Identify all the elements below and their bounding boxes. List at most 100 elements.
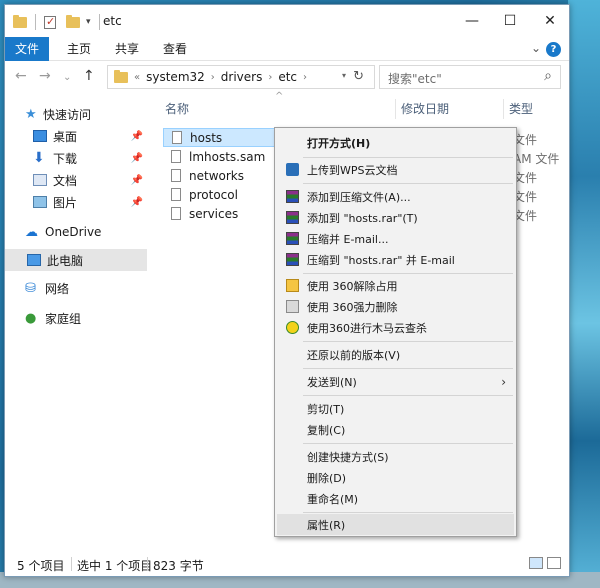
chevron-right-icon[interactable]: › — [303, 72, 307, 83]
file-name: services — [189, 206, 239, 221]
chevron-right-icon[interactable]: › — [211, 72, 215, 83]
breadcrumb-system32[interactable]: system32 — [146, 70, 205, 84]
refresh-icon[interactable]: ↻ — [353, 69, 364, 84]
pin-icon[interactable]: 📌 — [131, 131, 143, 142]
menu-separator — [303, 443, 513, 444]
homegroup-icon: ● — [25, 310, 37, 326]
menu-item-properties[interactable]: 属性(R) — [277, 514, 514, 535]
chevron-down-icon[interactable]: ▾ — [86, 17, 91, 27]
menu-item-add-to-hosts-rar[interactable]: 添加到 "hosts.rar"(T) — [277, 207, 514, 228]
pin-icon[interactable]: 📌 — [131, 197, 143, 208]
menu-item-create-shortcut[interactable]: 创建快捷方式(S) — [277, 446, 514, 467]
file-type: AM 文件 — [513, 152, 560, 166]
file-icon — [171, 169, 181, 182]
menu-item-delete[interactable]: 删除(D) — [277, 467, 514, 488]
menu-item-label: 复制(C) — [307, 423, 346, 437]
sidebar-item-desktop[interactable]: 桌面 📌 — [33, 125, 147, 147]
menu-item-send-to[interactable]: 发送到(N) › — [277, 371, 514, 392]
chevron-down-icon[interactable]: ▾ — [342, 71, 346, 80]
column-header-type[interactable]: 类型 — [509, 97, 533, 121]
menu-item-copy[interactable]: 复制(C) — [277, 419, 514, 440]
menu-item-360-shred[interactable]: 使用 360强力删除 — [277, 296, 514, 317]
menu-item-restore-versions[interactable]: 还原以前的版本(V) — [277, 344, 514, 365]
close-button[interactable]: ✕ — [535, 11, 565, 31]
new-folder-icon[interactable] — [66, 14, 80, 28]
file-icon — [171, 150, 181, 163]
menu-item-label: 压缩到 "hosts.rar" 并 E-mail — [307, 253, 455, 267]
item-count: 5 个项目 — [17, 559, 65, 573]
tab-file[interactable]: 文件 — [5, 37, 49, 61]
up-icon[interactable]: ↑ — [83, 68, 95, 84]
search-input[interactable]: 搜索"etc" ⌕ — [379, 65, 561, 89]
search-icon[interactable]: ⌕ — [544, 68, 552, 84]
large-icons-view-icon[interactable] — [547, 557, 561, 569]
menu-separator — [303, 341, 513, 342]
menu-item-rename[interactable]: 重命名(M) — [277, 488, 514, 509]
maximize-button[interactable]: ☐ — [495, 11, 525, 31]
sidebar-item-pictures[interactable]: 图片 📌 — [33, 191, 147, 213]
properties-icon[interactable] — [44, 15, 56, 29]
details-view-icon[interactable] — [529, 557, 543, 569]
help-button[interactable]: ? — [546, 42, 561, 57]
file-row-hosts[interactable]: hosts — [163, 128, 275, 147]
recent-locations-icon[interactable]: ⌄ — [63, 72, 71, 83]
winrar-icon — [286, 232, 299, 245]
network-icon: ⛁ — [25, 280, 36, 296]
sidebar-item-label: 网络 — [45, 281, 70, 296]
chevron-right-icon[interactable]: › — [268, 72, 272, 83]
pin-icon[interactable]: 📌 — [131, 175, 143, 186]
cloud-icon: ☁ — [25, 224, 38, 240]
tab-home[interactable]: 主页 — [57, 37, 101, 61]
menu-item-open-with[interactable]: 打开方式(H) — [277, 132, 514, 153]
breadcrumb-etc[interactable]: etc — [278, 70, 297, 84]
sidebar-item-this-pc[interactable]: 此电脑 — [5, 249, 147, 271]
expand-ribbon-icon[interactable]: ⌄ — [531, 41, 541, 55]
menu-item-add-to-archive[interactable]: 添加到压缩文件(A)... — [277, 186, 514, 207]
sidebar-item-downloads[interactable]: ⬇ 下载 📌 — [33, 147, 147, 169]
menu-item-360-unlock[interactable]: 使用 360解除占用 — [277, 275, 514, 296]
menu-item-label: 添加到压缩文件(A)... — [307, 190, 411, 204]
sidebar-item-onedrive[interactable]: ☁ OneDrive — [25, 221, 147, 243]
menu-item-360-scan[interactable]: 使用360进行木马云查杀 — [277, 317, 514, 338]
sidebar-item-network[interactable]: ⛁ 网络 — [25, 277, 147, 299]
menu-item-cut[interactable]: 剪切(T) — [277, 398, 514, 419]
path-overflow[interactable]: « — [134, 72, 140, 83]
sidebar-item-documents[interactable]: 文档 📌 — [33, 169, 147, 191]
forward-icon[interactable]: → — [39, 68, 51, 84]
navigation-pane: ★ 快速访问 桌面 📌 ⬇ 下载 📌 文档 📌 图片 📌 ☁ OneDrive — [5, 97, 147, 547]
selection-size: 823 字节 — [153, 559, 204, 573]
sidebar-item-label: 桌面 — [53, 129, 78, 144]
divider — [395, 99, 396, 119]
back-icon[interactable]: ← — [15, 68, 27, 84]
wps-icon — [286, 163, 299, 176]
sidebar-item-quick-access[interactable]: ★ 快速访问 — [25, 103, 167, 125]
sidebar-item-homegroup[interactable]: ● 家庭组 — [25, 307, 147, 329]
pin-icon[interactable]: 📌 — [131, 153, 143, 164]
divider — [98, 14, 100, 30]
tab-share[interactable]: 共享 — [105, 37, 149, 61]
column-header-modified[interactable]: 修改日期 — [401, 97, 449, 121]
divider — [35, 14, 36, 30]
menu-separator — [303, 273, 513, 274]
breadcrumb-drivers[interactable]: drivers — [221, 70, 263, 84]
sidebar-item-label: 此电脑 — [47, 253, 84, 268]
menu-separator — [303, 157, 513, 158]
sidebar-item-label: 家庭组 — [45, 311, 82, 326]
menu-item-compress-hosts-email[interactable]: 压缩到 "hosts.rar" 并 E-mail — [277, 249, 514, 270]
selection-count: 选中 1 个项目 — [77, 559, 153, 573]
360-unlock-icon — [286, 279, 299, 292]
menu-item-upload-wps[interactable]: 上传到WPS云文档 — [277, 159, 514, 180]
column-header-name[interactable]: 名称 — [165, 97, 189, 121]
menu-item-compress-email[interactable]: 压缩并 E-mail... — [277, 228, 514, 249]
chevron-right-icon: › — [501, 374, 506, 389]
address-bar[interactable]: « system32 › drivers › etc › ▾ ↻ — [107, 65, 375, 89]
minimize-button[interactable]: — — [457, 11, 487, 31]
menu-separator — [303, 512, 513, 513]
menu-item-label: 还原以前的版本(V) — [307, 348, 401, 362]
desktop-wallpaper — [568, 0, 600, 588]
tab-view[interactable]: 查看 — [153, 37, 197, 61]
winrar-icon — [286, 190, 299, 203]
360-shred-icon — [286, 300, 299, 313]
menu-separator — [303, 183, 513, 184]
menu-item-label: 剪切(T) — [307, 402, 345, 416]
